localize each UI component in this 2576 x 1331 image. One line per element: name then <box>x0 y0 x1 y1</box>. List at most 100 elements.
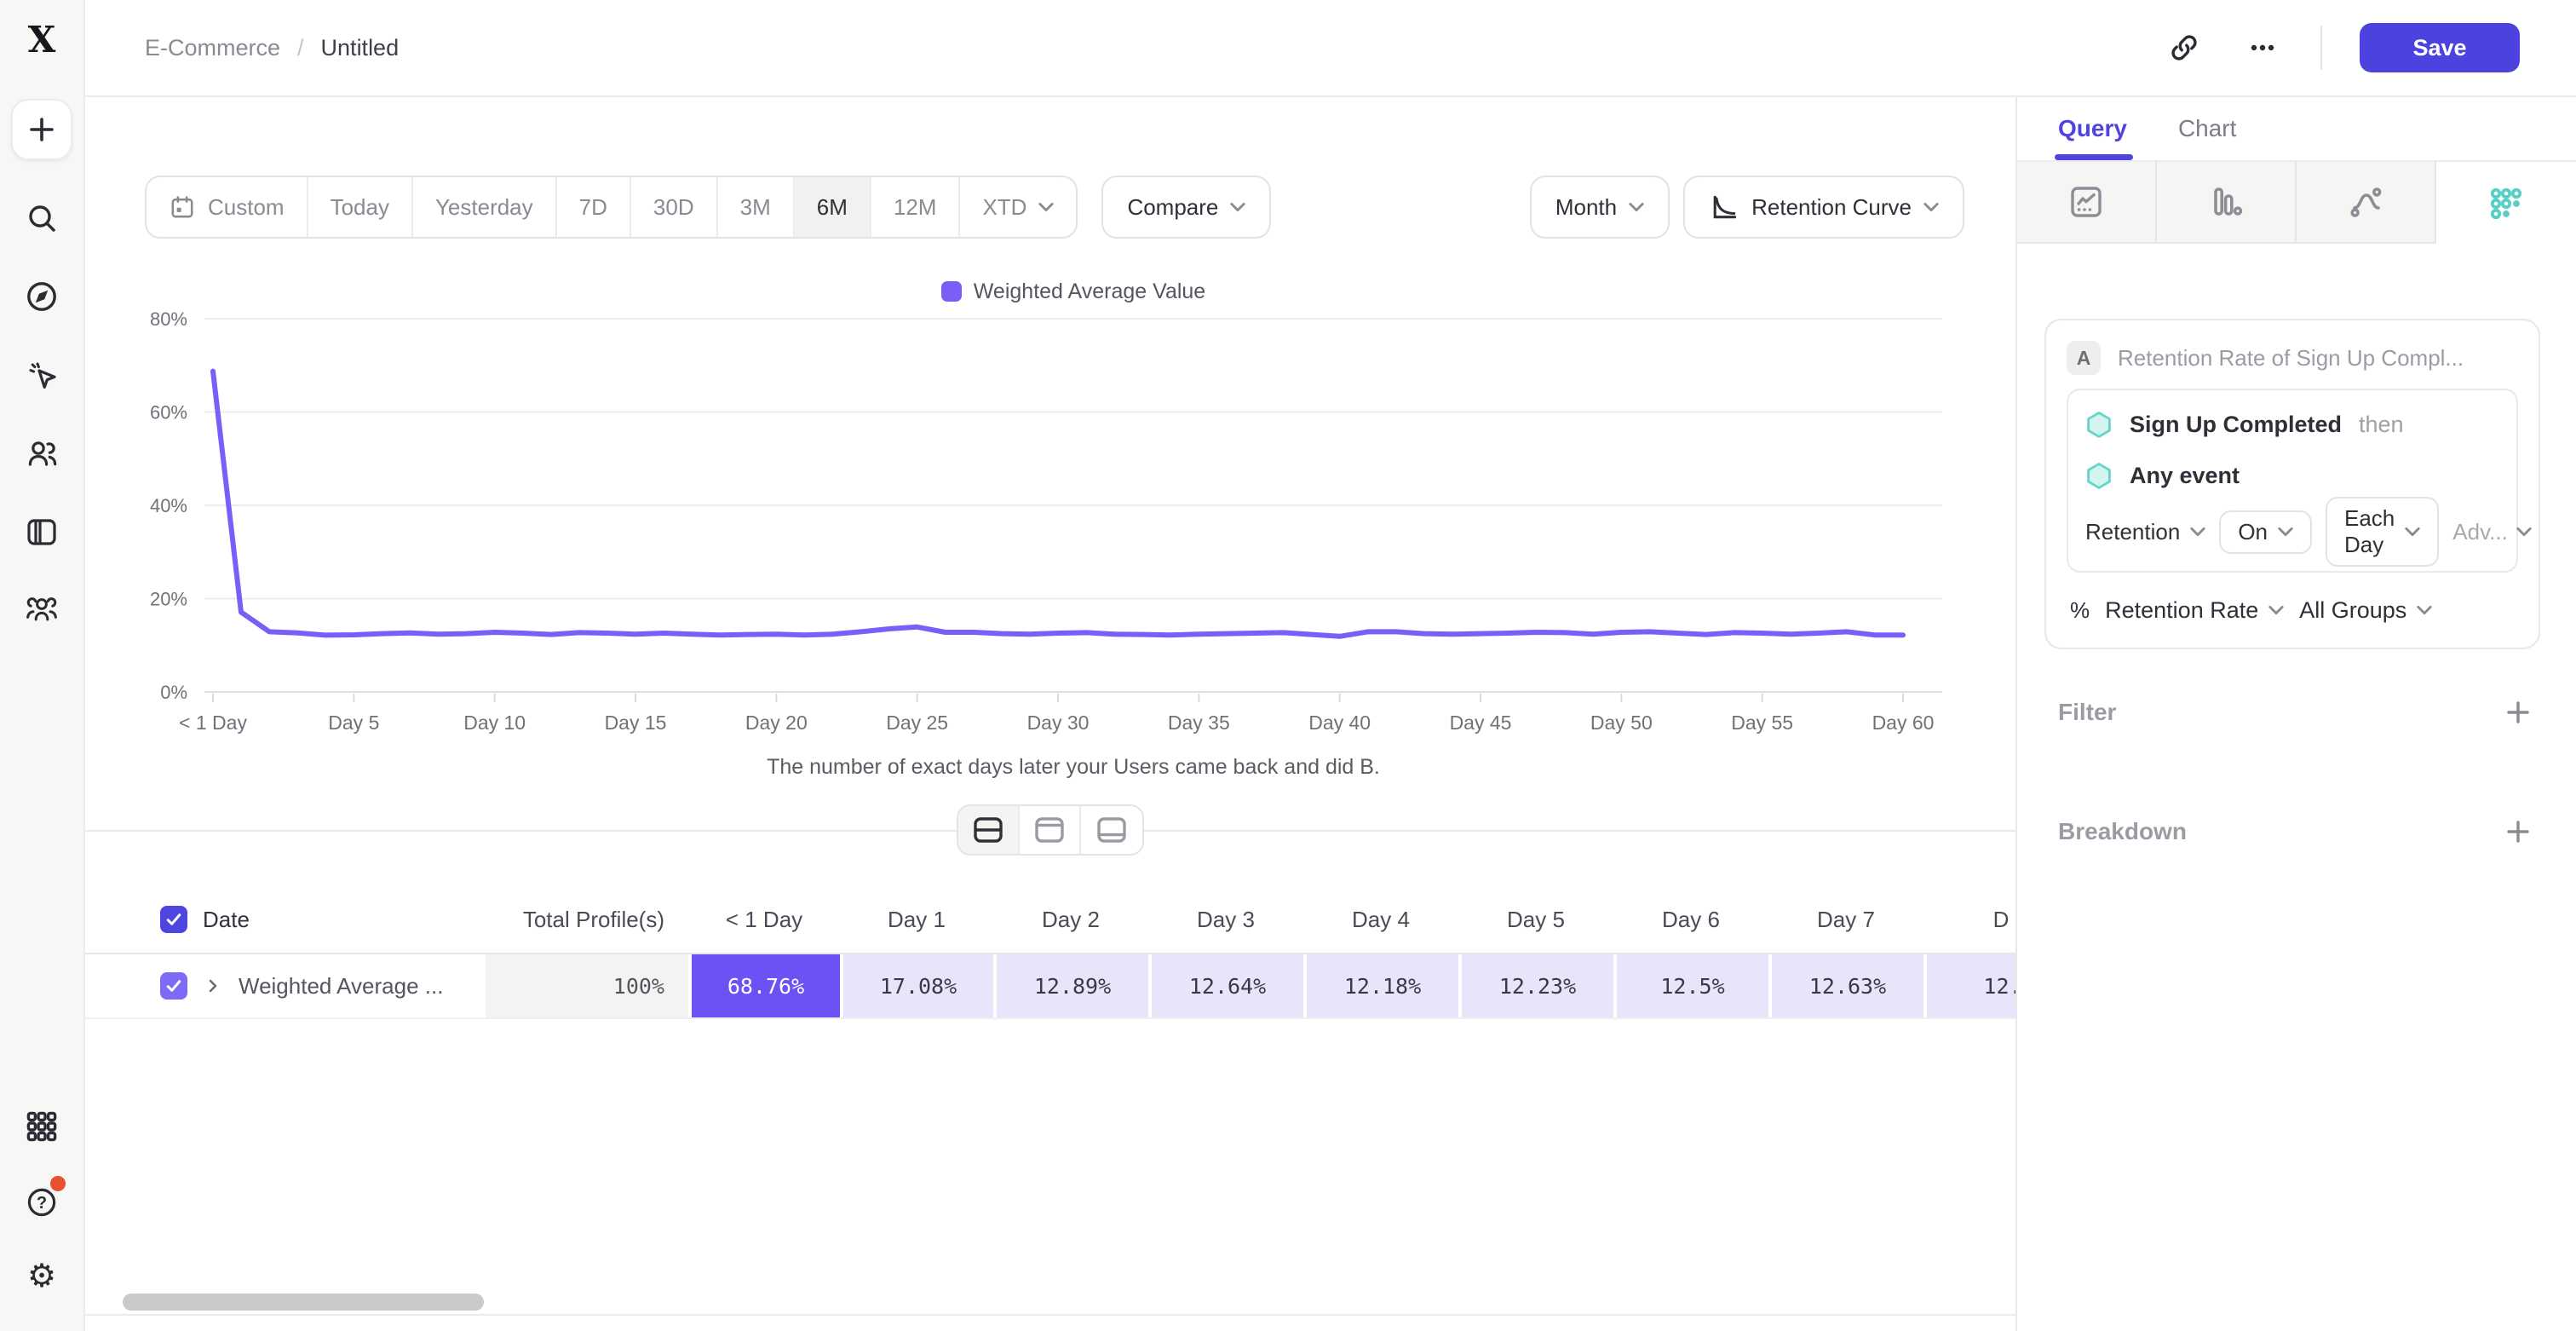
range-7d[interactable]: 7D <box>557 177 631 237</box>
horizontal-scrollbar-thumb[interactable] <box>123 1294 484 1311</box>
users-icon[interactable] <box>21 433 62 474</box>
report-toolbar: CustomTodayYesterday7D30D3M6M12MXTD Comp… <box>145 176 1964 239</box>
groups-dropdown[interactable]: All Groups <box>2299 597 2432 624</box>
range-custom[interactable]: Custom <box>147 177 308 237</box>
retention-mode-dropdown[interactable]: Retention <box>2085 519 2205 545</box>
on-label: On <box>2238 519 2268 545</box>
retention-report-app: X ? ⚙ <box>0 0 2576 1331</box>
day-column-header: < 1 Day <box>688 886 840 953</box>
add-filter-icon[interactable] <box>2504 699 2532 726</box>
on-dropdown[interactable]: On <box>2219 510 2312 554</box>
funnels-report-icon[interactable] <box>2157 162 2297 244</box>
interval-label: Each Day <box>2344 505 2395 558</box>
tab-chart[interactable]: Chart <box>2178 115 2236 142</box>
measure-label: Retention Rate <box>2105 597 2258 624</box>
range-30d[interactable]: 30D <box>631 177 718 237</box>
toolbar-right-group: Month Retention Curve <box>1530 176 1964 239</box>
breadcrumb-project[interactable]: E-Commerce <box>145 35 280 61</box>
apps-grid-icon[interactable] <box>21 1106 62 1147</box>
insights-report-icon[interactable] <box>2017 162 2157 244</box>
pane-splitter <box>85 804 2015 856</box>
day-column-header: Day 6 <box>1613 886 1768 953</box>
retention-value-cell[interactable]: 12.18% <box>1303 954 1458 1017</box>
tab-query[interactable]: Query <box>2058 115 2127 142</box>
retention-line-chart[interactable]: 0%20%40%60%80%< 1 DayDay 5Day 10Day 15Da… <box>85 307 2015 801</box>
layout-split-view-icon[interactable] <box>958 806 1020 854</box>
retention-value-cell[interactable]: 12.89% <box>993 954 1148 1017</box>
advanced-label: Adv... <box>2452 519 2508 545</box>
filter-section: Filter <box>2058 694 2532 731</box>
step-title[interactable]: Retention Rate of Sign Up Compl... <box>2118 345 2464 372</box>
retention-curve-icon <box>1709 192 1739 222</box>
svg-text:< 1 Day: < 1 Day <box>179 712 247 734</box>
range-yesterday[interactable]: Yesterday <box>413 177 557 237</box>
breadcrumb-separator: / <box>297 35 304 61</box>
copy-link-icon[interactable] <box>2164 27 2205 68</box>
retention-settings-row: Retention On Each Day Adv... <box>2085 510 2499 554</box>
add-breakdown-icon[interactable] <box>2504 818 2532 845</box>
range-today[interactable]: Today <box>308 177 413 237</box>
day-column-header: Day 3 <box>1148 886 1303 953</box>
first-event-name[interactable]: Sign Up Completed <box>2130 412 2342 438</box>
range-3m[interactable]: 3M <box>718 177 795 237</box>
breakdown-label: Breakdown <box>2058 818 2187 845</box>
chart-legend: Weighted Average Value <box>204 279 1942 303</box>
retention-value-cell[interactable]: 12.5% <box>1613 954 1768 1017</box>
event-selection-card: Sign Up Completed then Any event Retenti… <box>2067 389 2518 573</box>
flows-report-icon[interactable] <box>2297 162 2436 244</box>
range-12m[interactable]: 12M <box>871 177 961 237</box>
advanced-dropdown[interactable]: Adv... <box>2452 519 2532 545</box>
row-expander-icon[interactable] <box>203 976 223 996</box>
row-label-cell: Weighted Average ... <box>85 954 486 1017</box>
breadcrumb-report-name[interactable]: Untitled <box>321 35 400 61</box>
retention-value-cell[interactable]: 68.76% <box>688 954 840 1017</box>
range-xtd[interactable]: XTD <box>960 177 1076 237</box>
event-hexagon-icon <box>2085 411 2113 438</box>
chart-type-label: Retention Curve <box>1751 194 1912 221</box>
return-event-name[interactable]: Any event <box>2130 463 2240 489</box>
day-column-header: Day 4 <box>1303 886 1458 953</box>
layout-chart-only-icon[interactable] <box>1020 806 1081 854</box>
settings-gear-icon[interactable]: ⚙ <box>21 1256 62 1297</box>
date-range-segmented-control: CustomTodayYesterday7D30D3M6M12MXTD <box>145 176 1078 239</box>
search-icon[interactable] <box>21 198 62 239</box>
table-header-row: Date Total Profile(s) < 1 DayDay 1Day 2D… <box>85 886 2015 954</box>
svg-text:Day 45: Day 45 <box>1450 712 1512 734</box>
retention-value-cell[interactable]: 12.63% <box>1768 954 1923 1017</box>
filter-label: Filter <box>2058 699 2116 726</box>
boards-icon[interactable] <box>21 511 62 552</box>
svg-text:60%: 60% <box>150 402 187 424</box>
first-event-row[interactable]: Sign Up Completed then <box>2085 407 2499 441</box>
create-new-button[interactable] <box>11 99 72 160</box>
cohorts-icon[interactable] <box>21 590 62 631</box>
granularity-dropdown[interactable]: Month <box>1530 176 1670 239</box>
more-options-icon[interactable] <box>2242 27 2283 68</box>
row-checkbox[interactable] <box>160 972 187 1000</box>
retention-value-cell[interactable]: 17.08% <box>840 954 993 1017</box>
breadcrumb: E-Commerce / Untitled <box>145 35 399 61</box>
save-button[interactable]: Save <box>2360 23 2520 72</box>
retention-report-icon[interactable] <box>2436 162 2576 244</box>
compare-button[interactable]: Compare <box>1101 176 1271 239</box>
help-icon[interactable]: ? <box>21 1181 62 1222</box>
query-panel: Query Chart A Retention Rate of Sign Up … <box>2015 97 2576 1331</box>
select-all-checkbox[interactable] <box>160 906 187 933</box>
report-type-switcher <box>2017 162 2576 244</box>
range-6m[interactable]: 6M <box>795 177 871 237</box>
return-event-row[interactable]: Any event <box>2085 458 2499 493</box>
compass-icon[interactable] <box>21 276 62 317</box>
retention-value-cell[interactable]: 12.64% <box>1148 954 1303 1017</box>
mixpanel-logo-icon: X <box>28 22 56 58</box>
panel-tab-bar: Query Chart <box>2017 97 2576 162</box>
measure-dropdown[interactable]: Retention Rate <box>2105 597 2284 624</box>
svg-text:Day 35: Day 35 <box>1168 712 1230 734</box>
retention-value-cell[interactable]: 12.23% <box>1458 954 1613 1017</box>
interval-dropdown[interactable]: Each Day <box>2326 497 2439 567</box>
pointer-sparkle-icon[interactable] <box>21 354 62 395</box>
layout-table-only-icon[interactable] <box>1081 806 1142 854</box>
legend-label: Weighted Average Value <box>974 279 1205 304</box>
retention-value-cell[interactable]: 12. <box>1923 954 2015 1017</box>
chart-type-dropdown[interactable]: Retention Curve <box>1683 176 1964 239</box>
report-main-area: CustomTodayYesterday7D30D3M6M12MXTD Comp… <box>85 97 2015 1331</box>
breakdown-section: Breakdown <box>2058 813 2532 850</box>
